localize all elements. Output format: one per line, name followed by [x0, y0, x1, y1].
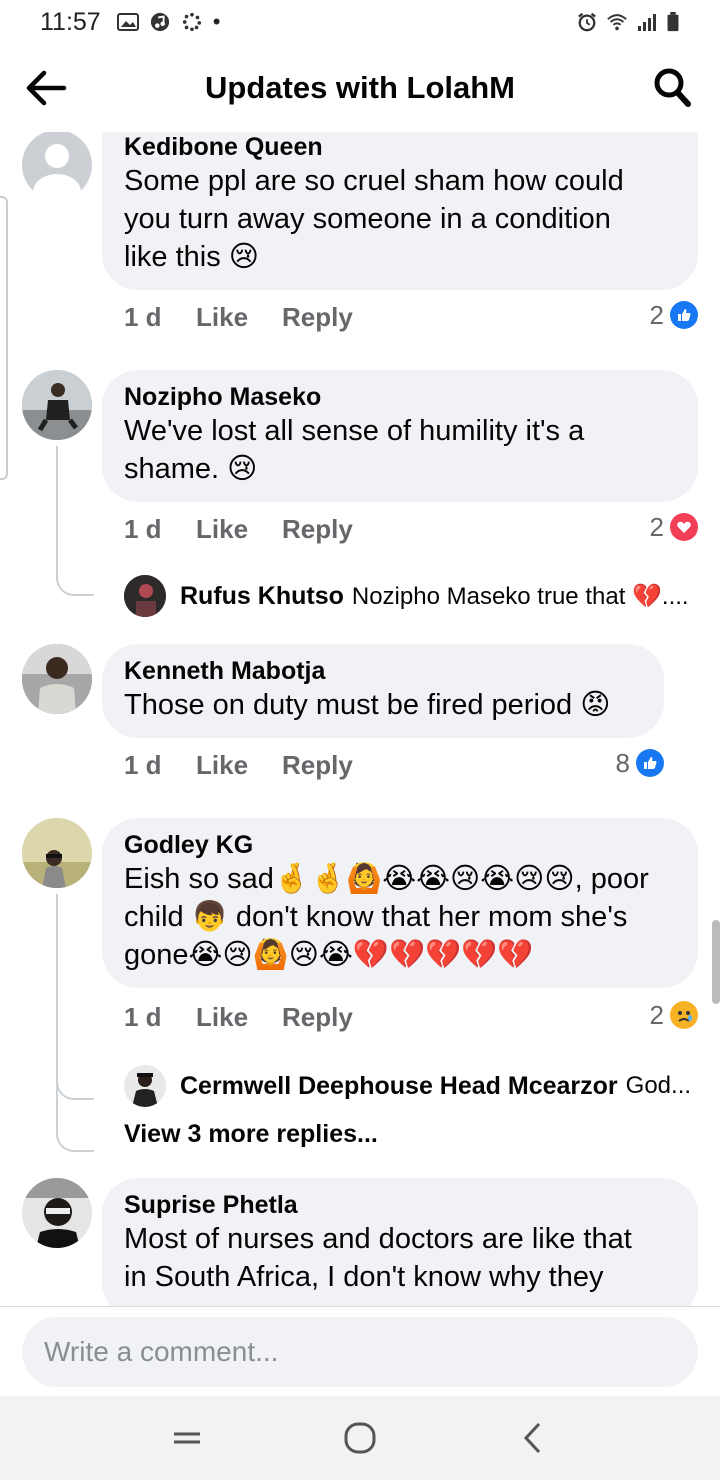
like-link[interactable]: Like [196, 302, 282, 333]
reply-link[interactable]: Reply [282, 1002, 353, 1033]
like-link[interactable]: Like [196, 1002, 282, 1033]
status-time: 11:57 [40, 7, 101, 36]
comment: Kedibone Queen Some ppl are so cruel sha… [0, 132, 720, 352]
back-button[interactable] [503, 1408, 563, 1468]
reply-link[interactable]: Reply [282, 750, 353, 781]
reply-avatar[interactable] [124, 575, 166, 617]
search-icon[interactable] [652, 66, 692, 108]
reply-link[interactable]: Reply [282, 514, 353, 545]
comment-text-line: Those on duty must be fired period 😡 [124, 689, 611, 721]
gallery-icon [116, 13, 139, 31]
comment: Godley KG Eish so sad🤞🤞🙆😭😭😢😭😢😢, poor chi… [0, 818, 720, 1158]
recent-apps-icon [173, 1432, 200, 1444]
comment: Kenneth Mabotja Those on duty must be fi… [0, 644, 720, 794]
reaction-count: 2 [649, 999, 664, 1030]
reply-author[interactable]: Cermwell Deephouse Head Mcearzor [180, 1072, 618, 1101]
comment-age: 1 d [124, 301, 162, 332]
comment-list: Kedibone Queen Some ppl are so cruel sha… [0, 132, 720, 1306]
comment-author[interactable]: Kenneth Mabotja [124, 656, 642, 686]
comment-text-line: shame. 😢 [124, 453, 258, 485]
avatar[interactable] [22, 132, 92, 200]
comment-text-line: child 👦 don't know that her mom she's [124, 901, 628, 933]
comment-author[interactable]: Suprise Phetla [124, 1190, 676, 1220]
comment-text-line: We've lost all sense of humility it's a [124, 415, 585, 447]
comment-composer [0, 1306, 720, 1398]
loading-icon [182, 12, 201, 32]
thread-line [56, 446, 94, 596]
like-icon [670, 301, 698, 329]
comment-bubble[interactable]: Nozipho Maseko We've lost all sense of h… [102, 370, 698, 502]
wifi-icon [607, 14, 627, 31]
recent-apps-button[interactable] [157, 1408, 217, 1468]
comment-age: 1 d [124, 1001, 162, 1032]
comment-input[interactable] [22, 1317, 698, 1387]
reply-text: God... [625, 1072, 692, 1099]
comment: Suprise Phetla Most of nurses and doctor… [0, 1178, 720, 1306]
comment: Nozipho Maseko We've lost all sense of h… [0, 370, 720, 630]
battery-icon [667, 12, 679, 32]
comment-age: 1 d [124, 513, 162, 544]
app-header: Updates with LolahM [0, 44, 720, 132]
reaction-summary[interactable]: 2 [650, 510, 698, 544]
reply-preview[interactable]: Rufus Khutso Nozipho Maseko true that 💔.… [124, 574, 696, 618]
comment-bubble[interactable]: Kenneth Mabotja Those on duty must be fi… [102, 644, 664, 738]
comment-bubble[interactable]: Kedibone Queen Some ppl are so cruel sha… [102, 132, 698, 290]
avatar[interactable] [22, 818, 92, 888]
back-chevron-icon [524, 1422, 541, 1454]
reaction-count: 2 [649, 299, 664, 330]
alarm-icon [578, 12, 596, 32]
reaction-count: 2 [649, 511, 664, 542]
comment-actions: 1 d Like Reply [124, 300, 353, 334]
home-icon [344, 1422, 376, 1454]
music-icon [150, 12, 169, 32]
love-icon [670, 513, 698, 541]
avatar[interactable] [22, 1178, 92, 1248]
comment-text-line: in South Africa, I don't know why they [124, 1261, 604, 1293]
scrollbar[interactable] [712, 920, 720, 1004]
reply-author[interactable]: Rufus Khutso [180, 582, 344, 611]
system-nav-bar [0, 1396, 720, 1480]
comment-text-line: Most of nurses and doctors are like that [124, 1223, 632, 1255]
signal-icon [638, 14, 656, 31]
view-more-replies-link[interactable]: View 3 more replies... [124, 1120, 378, 1149]
reaction-summary[interactable]: 2 [650, 298, 698, 332]
page-title: Updates with LolahM [205, 70, 515, 105]
like-icon [636, 749, 664, 777]
like-link[interactable]: Like [196, 750, 282, 781]
comment-text-line: like this 😢 [124, 241, 259, 273]
comment-actions: 1 d Like Reply [124, 512, 353, 546]
status-bar: 11:57 • [0, 0, 720, 44]
comment-text-line: Some ppl are so cruel sham how could [124, 165, 624, 197]
reply-link[interactable]: Reply [282, 302, 353, 333]
reply-avatar[interactable] [124, 1065, 166, 1107]
comment-age: 1 d [124, 749, 162, 780]
comment-text-line: Eish so sad🤞🤞🙆😭😭😢😭😢😢, poor [124, 863, 649, 895]
comment-author[interactable]: Kedibone Queen [124, 132, 676, 162]
comment-bubble[interactable]: Godley KG Eish so sad🤞🤞🙆😭😭😢😭😢😢, poor chi… [102, 818, 698, 988]
comment-actions: 1 d Like Reply [124, 1000, 353, 1034]
reply-text: Nozipho Maseko true that 💔.... [351, 582, 689, 610]
comment-author[interactable]: Nozipho Maseko [124, 382, 676, 412]
like-link[interactable]: Like [196, 514, 282, 545]
comment-author[interactable]: Godley KG [124, 830, 676, 860]
comment-text-line: gone😭😢🙆😢😭💔💔💔💔💔 [124, 939, 534, 971]
thread-line [56, 894, 94, 1152]
avatar[interactable] [22, 370, 92, 440]
comment-actions: 1 d Like Reply [124, 748, 353, 782]
notification-dot-icon: • [212, 9, 221, 34]
avatar[interactable] [22, 644, 92, 714]
home-button[interactable] [330, 1408, 390, 1468]
reaction-summary[interactable]: 2 [650, 998, 698, 1032]
sad-icon [670, 1001, 698, 1029]
reaction-count: 8 [615, 747, 630, 778]
reaction-summary[interactable]: 8 [616, 746, 664, 780]
reply-preview[interactable]: Cermwell Deephouse Head Mcearzor God... [124, 1064, 696, 1108]
comment-bubble[interactable]: Suprise Phetla Most of nurses and doctor… [102, 1178, 698, 1306]
back-arrow-icon[interactable] [24, 68, 68, 108]
comment-text-line: you turn away someone in a condition [124, 203, 611, 235]
